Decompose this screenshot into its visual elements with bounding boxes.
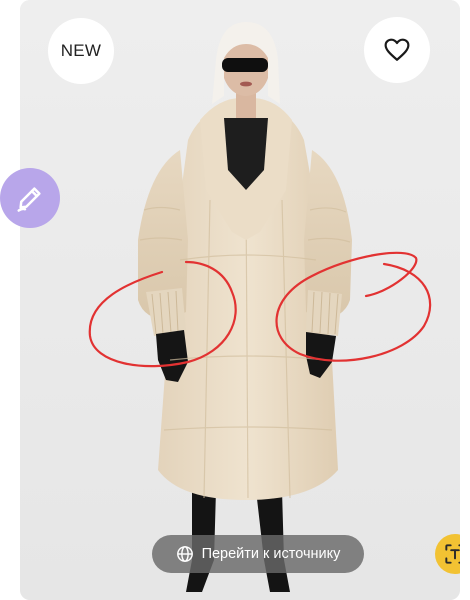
product-card[interactable]: NEW Перейти к источнику xyxy=(20,0,460,600)
favorite-button[interactable] xyxy=(364,17,430,83)
new-badge: NEW xyxy=(48,18,114,84)
globe-icon xyxy=(176,545,194,563)
go-to-source-label: Перейти к источнику xyxy=(201,546,341,562)
go-to-source-button[interactable]: Перейти к источнику xyxy=(152,535,364,573)
product-photo xyxy=(20,0,460,600)
pencil-icon xyxy=(17,187,41,212)
heart-outline-icon xyxy=(384,38,410,61)
new-badge-label: NEW xyxy=(60,41,102,60)
edit-fab-button[interactable] xyxy=(0,168,60,228)
text-scan-icon xyxy=(445,544,460,564)
